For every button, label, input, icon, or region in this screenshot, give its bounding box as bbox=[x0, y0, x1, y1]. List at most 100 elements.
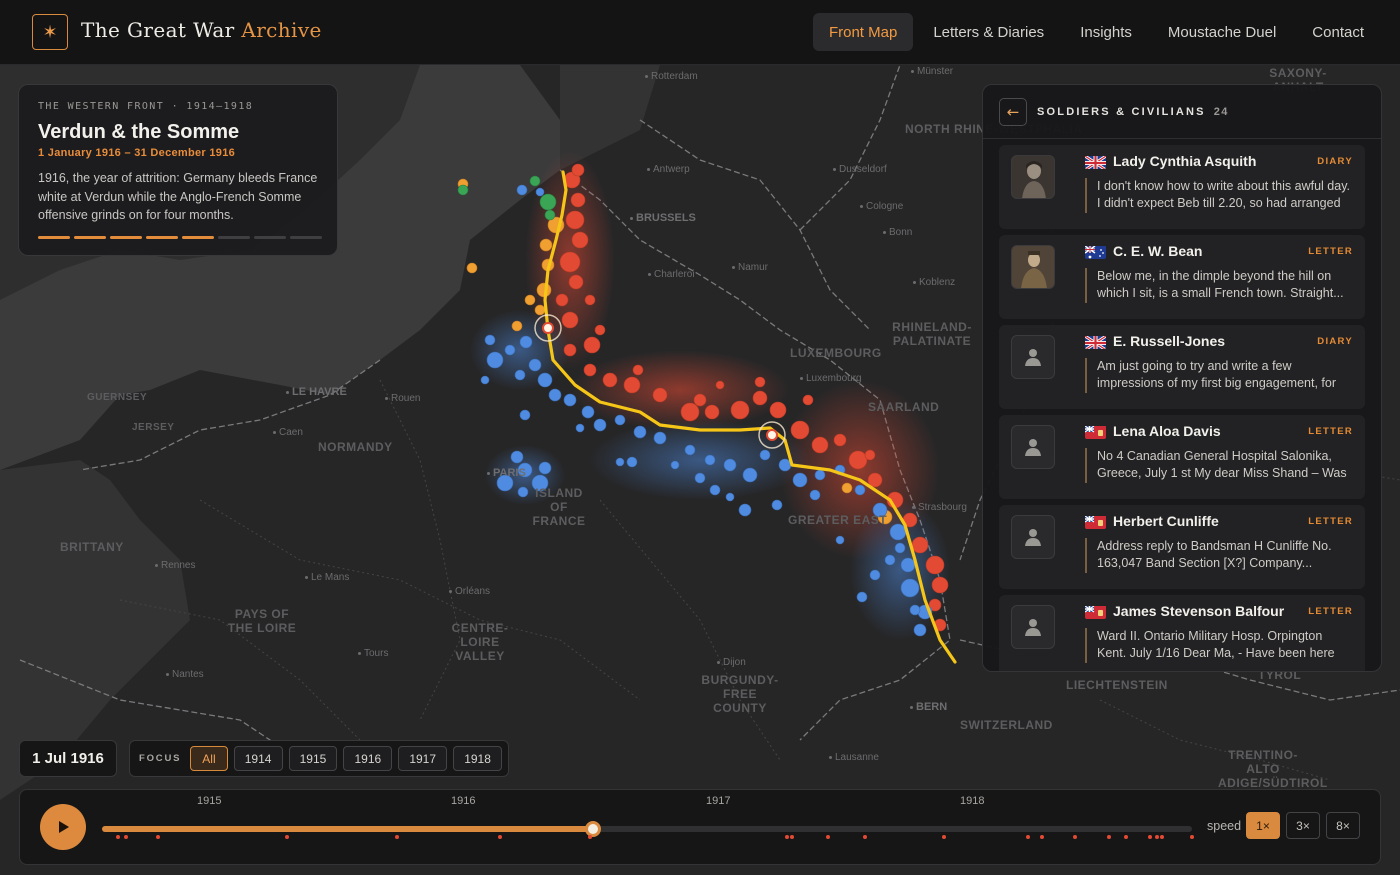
back-arrow-icon[interactable]: ← bbox=[999, 97, 1027, 126]
timeline-event-marker[interactable] bbox=[1124, 835, 1128, 839]
year-focus-filter: FOCUS All 1914 1915 1916 1917 1918 bbox=[129, 740, 509, 777]
entry-type-badge: LETTER bbox=[1308, 606, 1353, 617]
timeline-event-marker[interactable] bbox=[1073, 835, 1077, 839]
list-item[interactable]: E. Russell-Jones DIARY Am just going to … bbox=[999, 325, 1365, 409]
timeline-event-marker[interactable] bbox=[1107, 835, 1111, 839]
play-icon bbox=[59, 821, 69, 833]
city-brussels: BRUSSELS bbox=[630, 212, 696, 224]
city-bonn: Bonn bbox=[883, 227, 912, 238]
era-description: 1916, the year of attrition: Germany ble… bbox=[38, 171, 318, 222]
region-switzerland: SWITZERLAND bbox=[960, 718, 1053, 732]
entry-type-badge: DIARY bbox=[1317, 156, 1353, 167]
list-item[interactable]: Lady Cynthia Asquith DIARY I don't know … bbox=[999, 145, 1365, 229]
list-item[interactable]: James Stevenson Balfour LETTER Ward II. … bbox=[999, 595, 1365, 671]
entry-type-badge: LETTER bbox=[1308, 516, 1353, 527]
focus-1917-button[interactable]: 1917 bbox=[398, 746, 448, 771]
timeline-event-marker[interactable] bbox=[826, 835, 830, 839]
progress-segment bbox=[254, 236, 286, 239]
city-strasbourg: Strasbourg bbox=[912, 502, 967, 513]
timeline-track[interactable] bbox=[102, 826, 1192, 832]
timeline-event-marker[interactable] bbox=[156, 835, 160, 839]
list-item[interactable]: Herbert Cunliffe LETTER Address reply to… bbox=[999, 505, 1365, 589]
star-logo-icon[interactable]: ✶ bbox=[32, 14, 68, 50]
canada-red-ensign-flag-icon bbox=[1085, 425, 1106, 439]
region-saarland: SAARLAND bbox=[868, 400, 940, 414]
timeline-event-marker[interactable] bbox=[1160, 835, 1164, 839]
entry-type-badge: LETTER bbox=[1308, 426, 1353, 437]
city-dijon: Dijon bbox=[717, 657, 746, 668]
play-button[interactable] bbox=[40, 804, 86, 850]
panel-title: SOLDIERS & CIVILIANS bbox=[1037, 105, 1206, 118]
timeline-event-marker[interactable] bbox=[942, 835, 946, 839]
city-cologne: Cologne bbox=[860, 201, 903, 212]
city-le-havre: LE HAVRE bbox=[286, 386, 347, 398]
focus-1918-button[interactable]: 1918 bbox=[453, 746, 502, 771]
speed-3x-button[interactable]: 3× bbox=[1286, 812, 1320, 839]
city-nantes: Nantes bbox=[166, 669, 204, 680]
entry-name: James Stevenson Balfour bbox=[1113, 603, 1285, 619]
main-nav: Front Map Letters & Diaries Insights Mou… bbox=[812, 13, 1400, 51]
progress-segment bbox=[110, 236, 142, 239]
entry-name: Herbert Cunliffe bbox=[1113, 513, 1219, 529]
list-item[interactable]: Lena Aloa Davis LETTER No 4 Canadian Gen… bbox=[999, 415, 1365, 499]
era-info-card: THE WESTERN FRONT · 1914–1918 Verdun & t… bbox=[18, 84, 338, 256]
entry-list: Lady Cynthia Asquith DIARY I don't know … bbox=[983, 139, 1381, 671]
speed-1x-button[interactable]: 1× bbox=[1246, 812, 1280, 839]
entry-excerpt: Am just going to try and write a few imp… bbox=[1085, 358, 1353, 393]
city-namur: Namur bbox=[732, 262, 768, 273]
region-greater-east: GREATER EAST bbox=[788, 513, 888, 527]
timeline-event-marker[interactable] bbox=[588, 835, 592, 839]
canada-red-ensign-flag-icon bbox=[1085, 515, 1106, 529]
nav-contact[interactable]: Contact bbox=[1296, 13, 1380, 51]
timeline-scrubber-handle[interactable] bbox=[584, 821, 601, 837]
focus-all-button[interactable]: All bbox=[190, 746, 228, 771]
nav-letters-diaries[interactable]: Letters & Diaries bbox=[917, 13, 1060, 51]
nav-front-map[interactable]: Front Map bbox=[812, 13, 914, 51]
soldiers-civilians-panel: ← SOLDIERS & CIVILIANS 24 Lady Cynthia A… bbox=[982, 84, 1382, 672]
brand-main-text: The Great War bbox=[81, 18, 242, 42]
timeline-event-marker[interactable] bbox=[1190, 835, 1194, 839]
timeline-event-marker[interactable] bbox=[498, 835, 502, 839]
city-le-mans: Le Mans bbox=[305, 572, 349, 583]
era-title: Verdun & the Somme bbox=[38, 121, 240, 143]
speed-8x-button[interactable]: 8× bbox=[1326, 812, 1360, 839]
timeline-event-marker[interactable] bbox=[285, 835, 289, 839]
region-luxembourg: LUXEMBOURG bbox=[790, 346, 882, 360]
portrait-avatar bbox=[1011, 155, 1055, 199]
user-placeholder-icon bbox=[1011, 425, 1055, 469]
focus-1916-button[interactable]: 1916 bbox=[343, 746, 393, 771]
nav-insights[interactable]: Insights bbox=[1064, 13, 1148, 51]
timeline-event-marker[interactable] bbox=[116, 835, 120, 839]
progress-segment bbox=[182, 236, 214, 239]
portrait-avatar bbox=[1011, 245, 1055, 289]
region-trentino: TRENTINO-ALTO ADIGE/SÜDTIROL bbox=[1218, 748, 1328, 790]
timeline-event-marker[interactable] bbox=[863, 835, 867, 839]
timeline-progress bbox=[102, 826, 593, 832]
timeline-player: 1915 1916 1917 1918 speed 1× 3× 8× bbox=[19, 789, 1381, 865]
brand-title[interactable]: The Great War Archive bbox=[81, 18, 322, 42]
city-tours: Tours bbox=[358, 648, 388, 659]
brand-accent-text: Archive bbox=[241, 18, 322, 42]
timeline-event-marker[interactable] bbox=[124, 835, 128, 839]
timeline-event-marker[interactable] bbox=[1148, 835, 1152, 839]
region-liechtenstein: LIECHTENSTEIN bbox=[1066, 678, 1168, 692]
progress-segment bbox=[146, 236, 178, 239]
year-tick-1915: 1915 bbox=[197, 795, 222, 807]
focus-1915-button[interactable]: 1915 bbox=[288, 746, 338, 771]
timeline-event-marker[interactable] bbox=[1040, 835, 1044, 839]
timeline-event-marker[interactable] bbox=[395, 835, 399, 839]
nav-moustache-duel[interactable]: Moustache Duel bbox=[1152, 13, 1292, 51]
focus-1914-button[interactable]: 1914 bbox=[233, 746, 283, 771]
era-progress bbox=[38, 236, 322, 239]
entry-name: Lena Aloa Davis bbox=[1113, 423, 1221, 439]
timeline-event-marker[interactable] bbox=[790, 835, 794, 839]
timeline-event-marker[interactable] bbox=[1155, 835, 1159, 839]
city-charleroi: Charleroi bbox=[648, 269, 695, 280]
city-rouen: Rouen bbox=[385, 393, 420, 404]
timeline-event-marker[interactable] bbox=[1026, 835, 1030, 839]
panel-count: 24 bbox=[1213, 105, 1229, 118]
timeline-event-marker[interactable] bbox=[785, 835, 789, 839]
region-brittany: BRITTANY bbox=[60, 540, 124, 554]
list-item[interactable]: C. E. W. Bean LETTER Below me, in the di… bbox=[999, 235, 1365, 319]
australia-flag-icon bbox=[1085, 245, 1106, 259]
